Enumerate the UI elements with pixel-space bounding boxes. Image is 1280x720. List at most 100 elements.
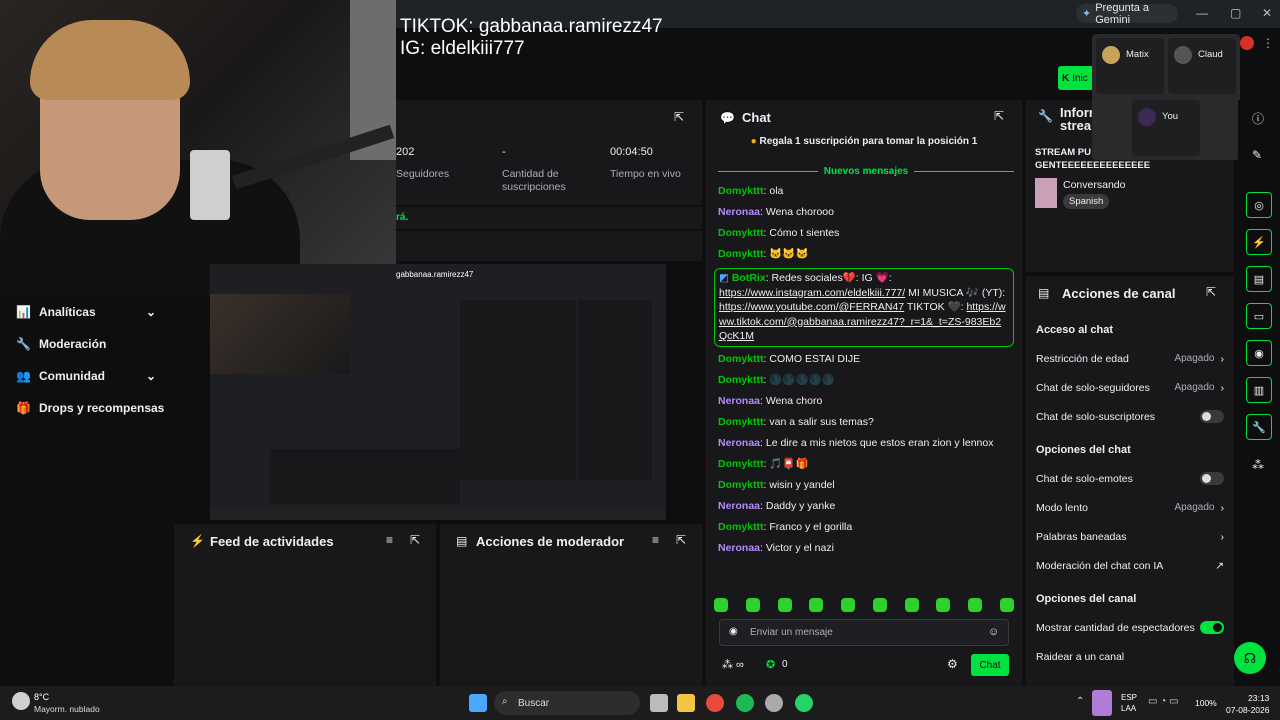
followers-only-row[interactable]: Chat de solo-seguidores Apagado ›: [1026, 373, 1234, 402]
points-icon[interactable]: ✪: [766, 658, 775, 671]
layout-icon[interactable]: ▥: [1246, 377, 1272, 403]
reply-icon: ◉: [729, 626, 738, 637]
microphone-icon[interactable]: [1092, 690, 1112, 716]
chat-input[interactable]: ◉ Enviar un mensaje ☺: [719, 619, 1009, 646]
popout-icon[interactable]: ⇱: [410, 533, 420, 547]
support-icon[interactable]: ☊: [1234, 642, 1266, 674]
chevron-right-icon: ›: [1220, 501, 1225, 514]
popout-icon[interactable]: ⇱: [674, 110, 684, 124]
slow-mode-row[interactable]: Modo lento Apagado ›: [1026, 493, 1234, 522]
spotify-icon[interactable]: [736, 694, 754, 712]
document-icon[interactable]: ▤: [1246, 266, 1272, 292]
subs-only-toggle[interactable]: [1200, 410, 1224, 423]
nav-label: Analíticas: [38, 305, 96, 319]
chat-message: Domykttt: ola: [718, 185, 784, 197]
start-stream-label: Inic: [1072, 72, 1088, 84]
emote-icon[interactable]: [777, 598, 792, 612]
emote-icon[interactable]: [809, 598, 824, 612]
nav-moderation[interactable]: 🔧 Moderación: [0, 328, 172, 360]
emote-icon[interactable]: [999, 598, 1014, 612]
emote-icon[interactable]: [745, 598, 760, 612]
followers-label: Seguidores: [396, 168, 450, 180]
collab-user-card[interactable]: You: [1132, 100, 1200, 156]
weather-icon[interactable]: [12, 692, 30, 710]
emote-icon[interactable]: [714, 598, 728, 612]
bot-user: BotRix: [731, 272, 766, 284]
pencil-icon[interactable]: ✎: [1252, 148, 1262, 162]
emoji-icon[interactable]: ☺: [988, 626, 999, 638]
raid-row[interactable]: Raidear a un canal: [1026, 642, 1234, 671]
chat-message: Domykttt: 🌑🌑🌑🌑🌑: [718, 373, 835, 386]
maximize-button[interactable]: ▢: [1230, 6, 1241, 20]
chat-message: Domykttt: van a salir sus temas?: [718, 415, 874, 428]
sub-gift-banner[interactable]: ● Regala 1 suscripción para tomar la pos…: [706, 136, 1022, 156]
chat-message: Domykttt: 🎵📮🎁: [718, 457, 809, 470]
start-stream-button[interactable]: K Inic: [1058, 66, 1094, 90]
folder-icon[interactable]: [677, 694, 695, 712]
chart-icon: 📊: [16, 305, 31, 319]
collab-user-card[interactable]: Matix: [1096, 38, 1164, 94]
weather-desc: Mayorm. nublado: [34, 704, 100, 714]
popout-icon[interactable]: ⇱: [676, 533, 686, 547]
chat-message: Neronaa: Wena choro: [718, 394, 823, 407]
channel-actions-panel: ▤ Acciones de canal ⇱ Acceso al chat Res…: [1026, 276, 1234, 686]
popout-icon[interactable]: ⇱: [994, 109, 1004, 123]
gemini-button[interactable]: ✦ Pregunta a Gemini: [1076, 2, 1178, 26]
clock-date[interactable]: 07-08-2026: [1226, 705, 1269, 715]
bolt-icon[interactable]: ⚡: [1246, 229, 1272, 255]
age-restriction-row[interactable]: Restricción de edad Apagado ›: [1026, 344, 1234, 373]
wrench-icon[interactable]: 🔧: [1246, 414, 1272, 440]
popout-icon[interactable]: ⇱: [1206, 285, 1216, 299]
emote-icon[interactable]: [872, 598, 887, 612]
windows-start-icon[interactable]: [469, 694, 487, 712]
clock-time[interactable]: 23:13: [1248, 693, 1269, 703]
emote-icon[interactable]: [936, 598, 951, 612]
camera-icon[interactable]: ◎: [1246, 192, 1272, 218]
settings-gear-icon[interactable]: ⚙: [947, 657, 958, 671]
more-menu-icon[interactable]: ⋮: [1262, 36, 1274, 50]
filter-icon[interactable]: ≡: [386, 533, 393, 547]
emote-icon[interactable]: [968, 598, 983, 612]
emote-icon[interactable]: [841, 598, 856, 612]
chrome-icon[interactable]: [706, 694, 724, 712]
info-icon[interactable]: ⓘ: [1252, 110, 1264, 127]
nav-analytics[interactable]: 📊 Analíticas ⌄: [0, 296, 172, 328]
whatsapp-icon[interactable]: [795, 694, 813, 712]
lang-layout[interactable]: LAA: [1121, 704, 1136, 713]
taskview-icon[interactable]: [650, 694, 668, 712]
category-name[interactable]: Conversando: [1063, 179, 1125, 191]
chat-messages: Domykttt: ola Neronaa: Wena chorooo Domy…: [706, 184, 1022, 562]
taskbar-search[interactable]: ⌕ Buscar: [494, 691, 640, 715]
minimize-button[interactable]: —: [1196, 6, 1208, 20]
ai-moderation-row[interactable]: Moderación del chat con IA ↗: [1026, 551, 1234, 580]
filter-icon[interactable]: ≡: [652, 533, 659, 547]
kick-icon: K: [1062, 72, 1070, 84]
activity-feed-panel: ⚡ Feed de actividades ≡ ⇱: [174, 524, 436, 686]
nav-community[interactable]: 👥 Comunidad ⌄: [0, 360, 172, 392]
close-window-button[interactable]: ✕: [1262, 6, 1272, 20]
profile-badge[interactable]: [1240, 36, 1254, 50]
nav-drops[interactable]: 🎁 Drops y recompensas: [0, 392, 172, 424]
send-chat-button[interactable]: Chat: [971, 654, 1009, 676]
infinity-icon[interactable]: ⁂ ∞: [722, 658, 744, 671]
chat-message: Domykttt: 🐱🐱🐱: [718, 248, 809, 260]
chat-bubble-icon[interactable]: ▭: [1246, 303, 1272, 329]
obs-icon[interactable]: [765, 694, 783, 712]
system-tray-icons[interactable]: ▭ ◔ ▭: [1148, 696, 1179, 707]
viewer-count-toggle[interactable]: [1200, 621, 1224, 634]
emote-only-toggle[interactable]: [1200, 472, 1224, 485]
preview-actions: [578, 300, 652, 480]
youtube-link[interactable]: https://www.youtube.com/@FERRAN47: [719, 301, 904, 313]
lang-code[interactable]: ESP: [1121, 693, 1137, 702]
instagram-link[interactable]: https://www.instagram.com/eldelkiii.777/: [719, 287, 905, 299]
banned-words-row[interactable]: Palabras baneadas ›: [1026, 522, 1234, 551]
avatar: [1174, 46, 1192, 64]
apps-icon[interactable]: ⁂: [1252, 458, 1264, 472]
broadcast-icon[interactable]: ◉: [1246, 340, 1272, 366]
chevron-up-icon[interactable]: ⌃: [1076, 696, 1084, 707]
battery-level: 100%: [1195, 698, 1217, 708]
webcam-microphone: [190, 150, 230, 220]
search-label: Buscar: [518, 697, 550, 709]
emote-icon[interactable]: [904, 598, 919, 612]
collab-user-card[interactable]: Claud: [1168, 38, 1236, 94]
